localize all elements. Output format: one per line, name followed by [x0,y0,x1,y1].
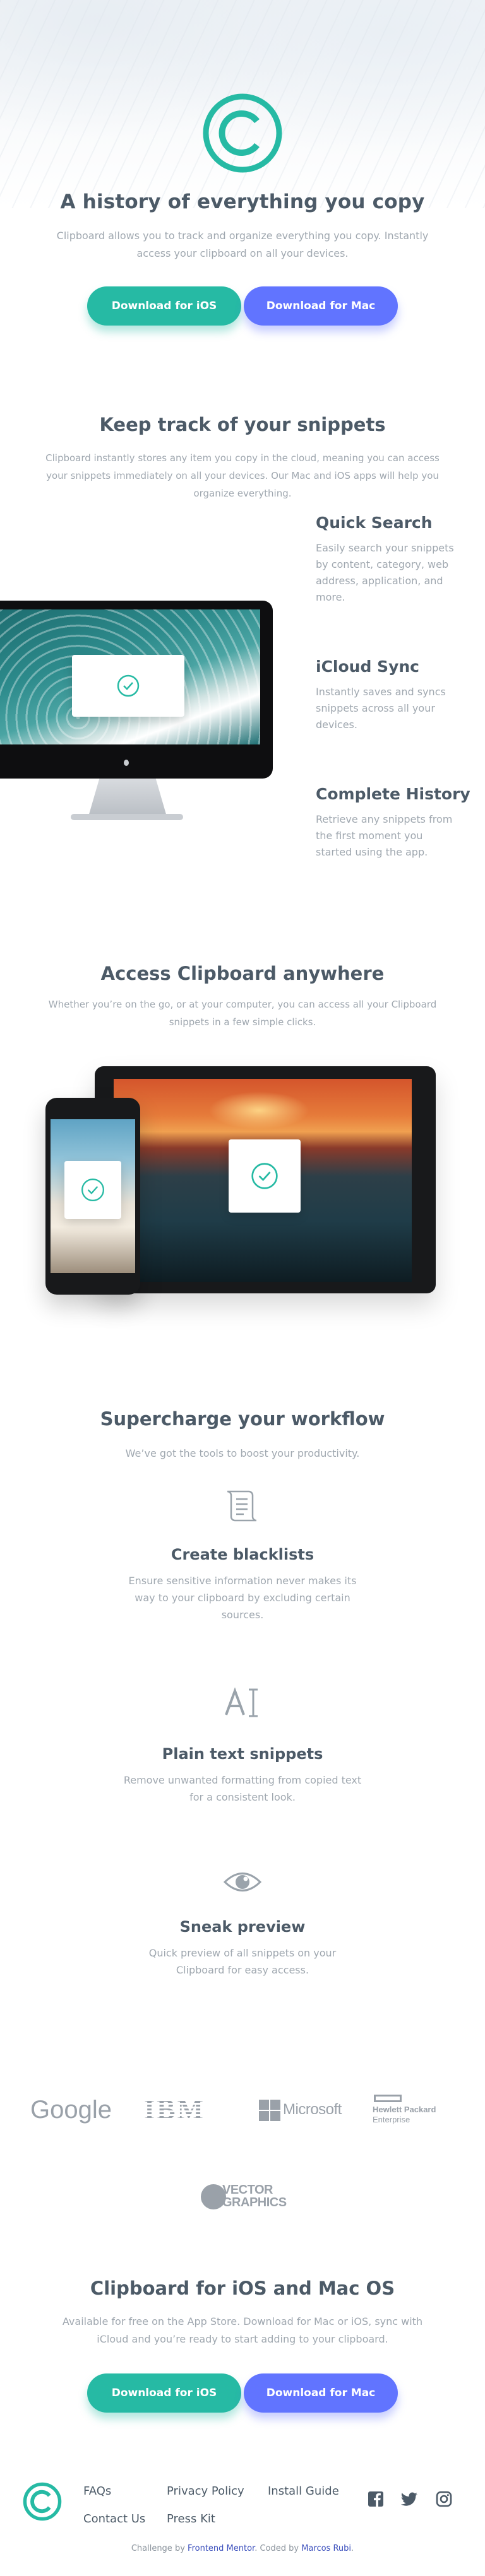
workflow-item-title-sneak-preview: Sneak preview [179,1918,306,1936]
footer-link-faqs[interactable]: FAQs [83,2485,111,2498]
partner-ibm-logo: IBM [144,2094,205,2125]
footer-link-press-kit[interactable]: Press Kit [167,2512,215,2526]
partner-microsoft-logo: Microsoft [259,2097,342,2125]
workflow-lead: We’ve got the tools to boost your produc… [125,1447,360,1459]
page: A history of everything you copy Clipboa… [0,0,485,2576]
desktop-monitor-image [0,601,273,823]
hero-download-ios-button[interactable]: Download for iOS [87,286,241,326]
phone-device-image [45,1098,140,1295]
hero-download-mac-button[interactable]: Download for Mac [244,286,398,326]
monitor-base [71,814,183,820]
workflow-item-text-blacklists: Ensure sensitive information never makes… [128,1575,357,1621]
twitter-icon[interactable] [400,2492,418,2507]
access-lead: Whether you’re on the go, or at your com… [48,999,437,1028]
check-icon [251,1163,278,1189]
snippets-title: Keep track of your snippets [99,414,386,435]
cta-title: Clipboard for iOS and Mac OS [90,2278,395,2299]
partner-vector-line2: GRAPHICS [222,2196,287,2209]
monitor-check-card [72,655,184,717]
partner-hpe-line1: Hewlett Packard [373,2105,436,2114]
feature-text-complete-history: Retrieve any snippets from the first mom… [316,813,453,858]
check-icon [117,674,140,697]
feature-text-quick-search: Easily search your snippets by content, … [316,542,454,603]
footer-logo-icon[interactable] [23,2482,62,2521]
footer-link-contact-us[interactable]: Contact Us [83,2512,145,2526]
attribution-suffix: . [351,2544,354,2553]
blacklist-icon [227,1490,257,1522]
cta-lead: Available for free on the App Store. Dow… [62,2315,423,2345]
feature-title-icloud-sync: iCloud Sync [316,657,419,676]
workflow-item-title-blacklists: Create blacklists [171,1546,314,1563]
clipboard-logo-icon [203,93,282,173]
access-title: Access Clipboard anywhere [100,963,385,984]
apple-logo-icon [124,760,129,766]
attribution-middle: . Coded by [254,2544,299,2553]
facebook-icon[interactable] [368,2491,384,2507]
footer-link-privacy-policy[interactable]: Privacy Policy [167,2485,244,2498]
cta-download-mac-button[interactable]: Download for Mac [244,2373,398,2413]
phone-check-card [64,1161,121,1219]
partner-hpe-logo: Hewlett Packard Enterprise [373,2095,456,2125]
instagram-icon[interactable] [436,2491,452,2507]
workflow-item-text-sneak-preview: Quick preview of all snippets on your Cl… [148,1947,337,1976]
attribution-prefix: Challenge by [131,2544,185,2553]
partner-hpe-line2: Enterprise [373,2115,410,2124]
footer-link-install-guide[interactable]: Install Guide [268,2485,339,2498]
partner-microsoft-wordmark: Microsoft [283,2101,342,2118]
tablet-device-image [95,1066,436,1293]
preview-icon [224,1873,261,1891]
workflow-title: Supercharge your workflow [100,1408,385,1430]
partner-google-logo: Google [30,2096,112,2124]
feature-text-icloud-sync: Instantly saves and syncs snippets acros… [316,686,446,731]
author-link[interactable]: Marcos Rubi [301,2544,351,2553]
check-icon [81,1179,104,1201]
frontend-mentor-link[interactable]: Frontend Mentor [188,2544,254,2553]
hpe-rectangle-icon [374,2095,402,2102]
cta-download-ios-button[interactable]: Download for iOS [87,2373,241,2413]
workflow-item-title-plain-text: Plain text snippets [162,1745,323,1763]
microsoft-windows-icon [259,2100,280,2121]
hero-lead: Clipboard allows you to track and organi… [56,230,429,259]
attribution: Challenge by Frontend Mentor. Coded by M… [0,2544,485,2553]
partner-vector-graphics-logo: VECTOR GRAPHICS [201,2180,287,2212]
tablet-check-card [229,1139,301,1213]
text-icon [225,1687,258,1717]
workflow-item-text-plain-text: Remove unwanted formatting from copied t… [123,1774,362,1803]
feature-title-quick-search: Quick Search [316,514,433,532]
hero-title: A history of everything you copy [60,191,425,213]
snippets-lead: Clipboard instantly stores any item you … [45,452,440,499]
monitor-stand [88,779,167,816]
monitor-chin [0,752,265,772]
feature-title-complete-history: Complete History [316,785,470,803]
